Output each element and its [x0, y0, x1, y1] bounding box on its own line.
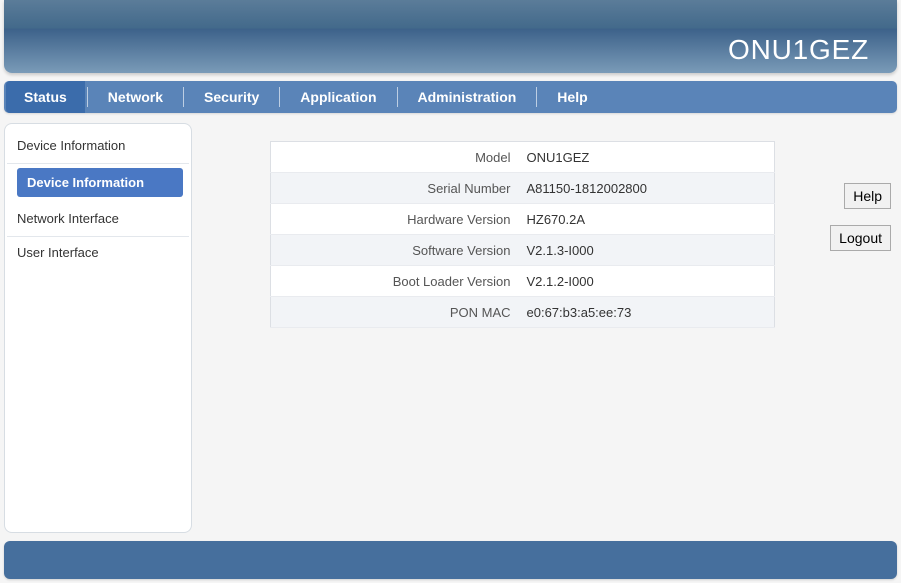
nav-network[interactable]: Network — [90, 81, 181, 113]
logout-button[interactable]: Logout — [830, 225, 891, 251]
action-buttons: Help Logout — [830, 183, 891, 251]
row-label: Model — [271, 142, 519, 173]
header-banner: ONU1GEZ — [4, 0, 897, 73]
content-area: Device Information Device Information Ne… — [4, 123, 897, 533]
row-value: e0:67:b3:a5:ee:73 — [519, 297, 775, 328]
main-nav: Status Network Security Application Admi… — [4, 81, 897, 113]
sidebar-group-network-interface[interactable]: Network Interface — [7, 203, 189, 237]
main-panel: Model ONU1GEZ Serial Number A81150-18120… — [210, 123, 897, 533]
nav-separator — [536, 87, 537, 107]
nav-separator — [397, 87, 398, 107]
nav-administration[interactable]: Administration — [400, 81, 535, 113]
sidebar-group-device-information[interactable]: Device Information — [7, 130, 189, 164]
nav-application[interactable]: Application — [282, 81, 394, 113]
help-button[interactable]: Help — [844, 183, 891, 209]
row-value: ONU1GEZ — [519, 142, 775, 173]
row-label: Serial Number — [271, 173, 519, 204]
sidebar-subgroup: Device Information — [17, 168, 183, 197]
row-label: Boot Loader Version — [271, 266, 519, 297]
nav-separator — [183, 87, 184, 107]
sidebar-item-device-information[interactable]: Device Information — [17, 168, 183, 197]
brand-title: ONU1GEZ — [728, 34, 869, 66]
row-label: Hardware Version — [271, 204, 519, 235]
row-value: V2.1.2-I000 — [519, 266, 775, 297]
table-row: Serial Number A81150-1812002800 — [271, 173, 775, 204]
nav-security[interactable]: Security — [186, 81, 277, 113]
row-value: HZ670.2A — [519, 204, 775, 235]
nav-separator — [279, 87, 280, 107]
table-row: Hardware Version HZ670.2A — [271, 204, 775, 235]
row-value: A81150-1812002800 — [519, 173, 775, 204]
table-row: PON MAC e0:67:b3:a5:ee:73 — [271, 297, 775, 328]
nav-separator — [87, 87, 88, 107]
row-label: PON MAC — [271, 297, 519, 328]
sidebar-group-user-interface[interactable]: User Interface — [7, 237, 189, 270]
table-row: Model ONU1GEZ — [271, 142, 775, 173]
row-value: V2.1.3-I000 — [519, 235, 775, 266]
table-row: Software Version V2.1.3-I000 — [271, 235, 775, 266]
row-label: Software Version — [271, 235, 519, 266]
footer-bar — [4, 541, 897, 579]
device-info-table: Model ONU1GEZ Serial Number A81150-18120… — [270, 141, 775, 328]
sidebar: Device Information Device Information Ne… — [4, 123, 192, 533]
nav-help[interactable]: Help — [539, 81, 605, 113]
nav-status[interactable]: Status — [6, 81, 85, 113]
table-row: Boot Loader Version V2.1.2-I000 — [271, 266, 775, 297]
